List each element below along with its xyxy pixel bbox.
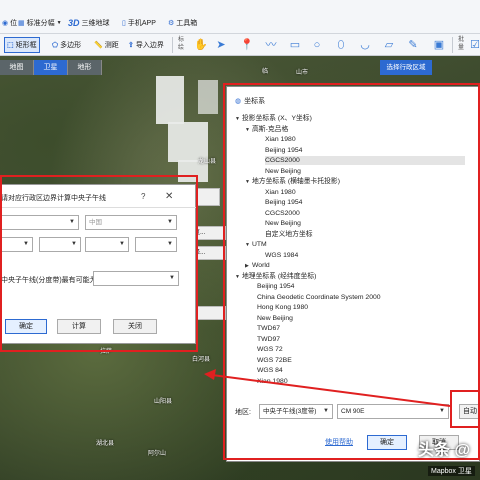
map-attribution: Mapbox 卫星 (428, 466, 475, 476)
watermark: 头条 @ (418, 442, 471, 459)
annotation-arrow (204, 369, 451, 407)
